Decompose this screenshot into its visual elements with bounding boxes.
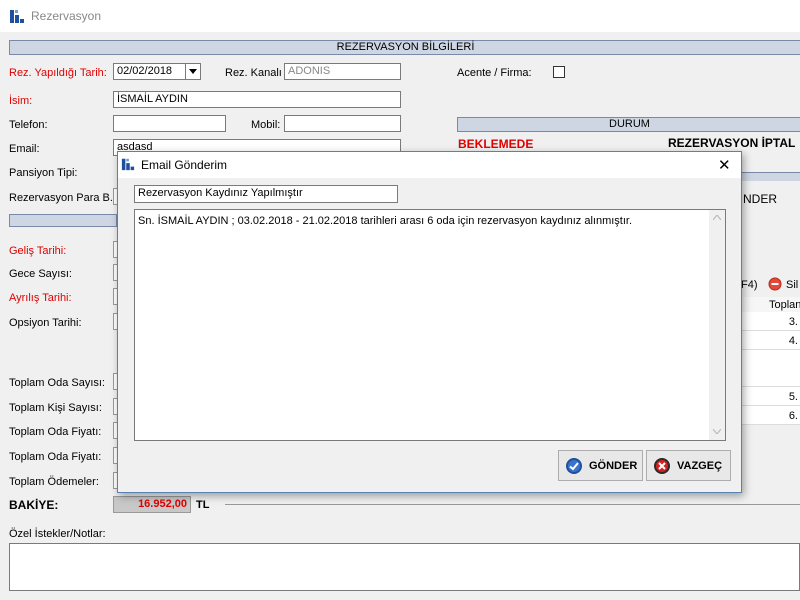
grid-f4-text: F4) <box>741 279 758 291</box>
agency-checkbox[interactable] <box>553 66 565 78</box>
grid-body: 3. 4. 5. 6. <box>742 312 800 425</box>
name-value: İSMAİL AYDIN <box>117 93 188 105</box>
section-header-2 <box>9 214 117 227</box>
channel-label: Rez. Kanalı <box>225 67 282 79</box>
rez-date-value: 02/02/2018 <box>117 65 173 77</box>
total-room-price-label: Toplam Oda Fiyatı: <box>9 426 102 438</box>
close-icon[interactable]: ✕ <box>718 156 731 174</box>
total-persons-label: Toplam Kişi Sayısı: <box>9 402 102 414</box>
delete-icon[interactable] <box>768 277 782 291</box>
agency-label: Acente / Firma: <box>457 67 532 79</box>
cross-icon <box>654 457 670 474</box>
grid-cell: 4. <box>788 335 798 347</box>
table-row[interactable]: 6. <box>742 406 800 425</box>
body-text: Sn. İSMAİL AYDIN ; 03.02.2018 - 21.02.20… <box>138 215 633 227</box>
scroll-up-icon[interactable] <box>713 215 721 220</box>
balance-field: 16.952,00 <box>113 496 191 513</box>
grid-col-header: Toplan <box>769 299 800 311</box>
email-dialog: Email Gönderim ✕ Rezervasyon Kaydınız Ya… <box>117 151 742 493</box>
phone-label: Telefon: <box>9 119 48 131</box>
dropdown-arrow-icon[interactable] <box>185 63 201 80</box>
rez-date-label: Rez. Yapıldığı Tarih: <box>9 67 107 79</box>
notes-textarea[interactable] <box>9 543 800 591</box>
balance-label: BAKİYE: <box>9 498 59 512</box>
status-cancel[interactable]: REZERVASYON İPTAL <box>668 136 795 150</box>
table-row[interactable] <box>742 350 800 387</box>
section-header-rezervasyon: REZERVASYON BİLGİLERİ <box>9 40 800 55</box>
grid-cell: 5. <box>788 391 798 403</box>
total-rooms-label: Toplam Oda Sayısı: <box>9 377 105 389</box>
total-payments-label: Toplam Ödemeler: <box>9 476 99 488</box>
send-label: GÖNDER <box>589 459 638 472</box>
window-title: Rezervasyon <box>31 9 102 23</box>
status-partial: NDER <box>743 192 778 206</box>
status-header: DURUM <box>457 117 800 132</box>
app-logo-icon <box>10 10 24 23</box>
table-row[interactable]: 4. <box>742 331 800 350</box>
app-logo-icon <box>121 158 135 171</box>
cancel-label: VAZGEÇ <box>677 459 723 472</box>
dialog-titlebar: Email Gönderim ✕ <box>118 152 741 178</box>
total-room-price-label-2: Toplam Oda Fiyatı: <box>9 451 102 463</box>
scrollbar[interactable] <box>709 210 725 440</box>
pension-label: Pansiyon Tipi: <box>9 167 78 179</box>
channel-field[interactable]: ADONIS <box>284 63 401 80</box>
currency-label: Rezervasyon Para B. <box>9 192 113 204</box>
status-pending[interactable]: BEKLEMEDE <box>458 137 533 151</box>
send-button[interactable]: GÖNDER <box>558 450 643 481</box>
name-field[interactable]: İSMAİL AYDIN <box>113 91 401 108</box>
divider <box>225 504 800 505</box>
subject-value: Rezervasyon Kaydınız Yapılmıştır <box>138 187 303 199</box>
subject-field[interactable]: Rezervasyon Kaydınız Yapılmıştır <box>134 185 398 203</box>
balance-currency: TL <box>196 499 210 511</box>
check-icon <box>566 457 582 474</box>
notes-label: Özel İstekler/Notlar: <box>9 528 106 540</box>
mobile-label: Mobil: <box>251 119 281 131</box>
body-textarea[interactable]: Sn. İSMAİL AYDIN ; 03.02.2018 - 21.02.20… <box>134 209 726 441</box>
table-row[interactable]: 5. <box>742 387 800 406</box>
mobile-field[interactable] <box>284 115 401 132</box>
dialog-title: Email Gönderim <box>141 158 228 172</box>
nights-label: Gece Sayısı: <box>9 268 72 280</box>
grid-cell: 6. <box>788 410 798 422</box>
arrival-label: Geliş Tarihi: <box>9 245 67 257</box>
departure-label: Ayrılış Tarihi: <box>9 292 72 304</box>
channel-value: ADONIS <box>288 65 331 77</box>
grid-header: Toplan <box>742 297 800 313</box>
grid-cell: 3. <box>788 316 798 328</box>
right-bar <box>742 172 800 181</box>
cancel-button[interactable]: VAZGEÇ <box>646 450 731 481</box>
phone-field[interactable] <box>113 115 226 132</box>
email-label: Email: <box>9 143 40 155</box>
name-label: İsim: <box>9 95 33 107</box>
window-titlebar: Rezervasyon <box>0 0 800 32</box>
option-label: Opsiyon Tarihi: <box>9 317 82 329</box>
balance-value: 16.952,00 <box>138 498 187 510</box>
scroll-down-icon[interactable] <box>713 429 721 434</box>
delete-label[interactable]: Sil <box>786 279 798 291</box>
table-row[interactable]: 3. <box>742 312 800 331</box>
